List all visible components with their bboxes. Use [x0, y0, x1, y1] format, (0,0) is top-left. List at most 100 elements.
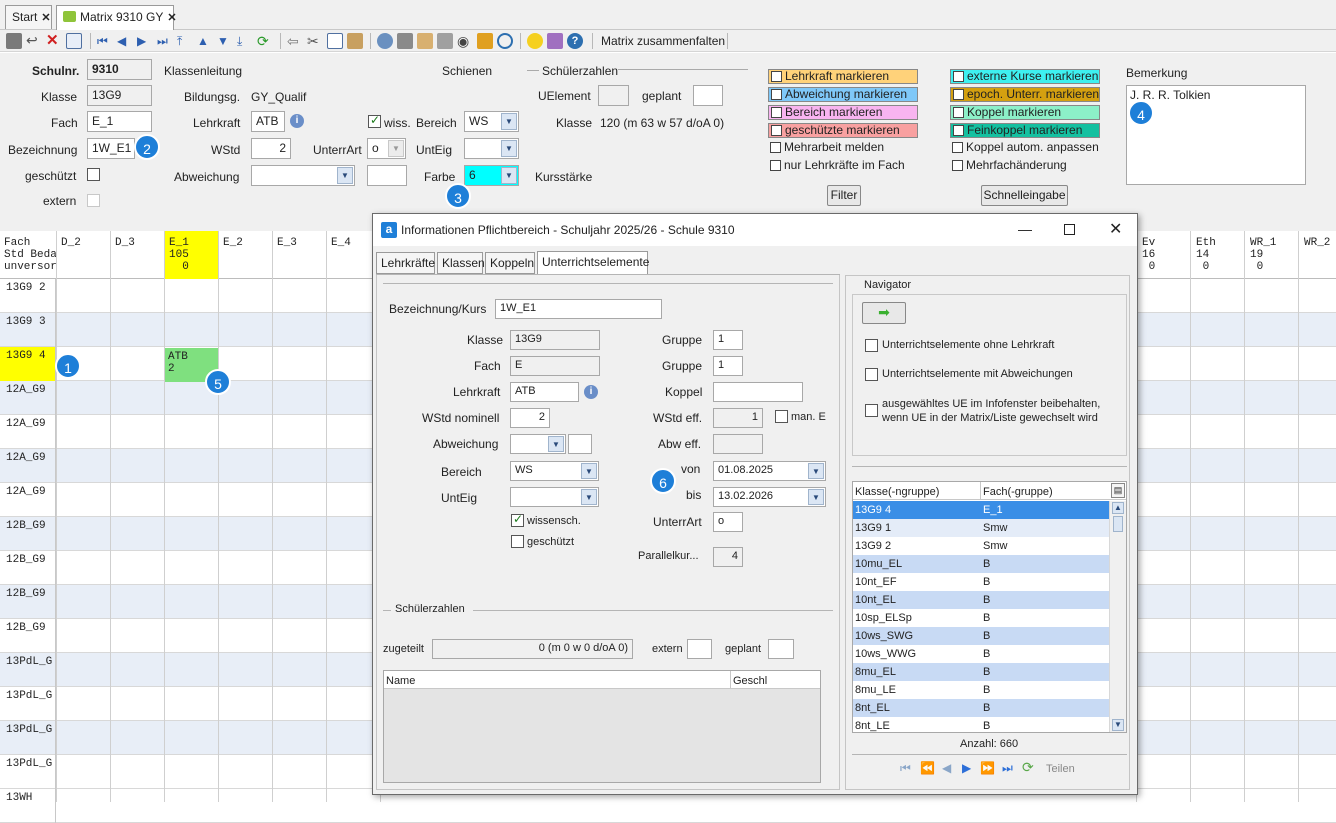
gesch-checkbox[interactable]: [511, 535, 524, 548]
scroll-up-icon[interactable]: ▲: [1112, 502, 1124, 514]
col-klasse-header[interactable]: Klasse(-ngruppe): [855, 486, 939, 498]
uelement-field[interactable]: [598, 85, 629, 106]
refresh-icon[interactable]: ⟳: [257, 33, 273, 49]
schnelleingabe-button[interactable]: Schnelleingabe: [981, 185, 1068, 206]
row-label[interactable]: 13G9 4: [0, 347, 56, 381]
list-item[interactable]: 13G9 1 Smw: [853, 519, 1109, 537]
koppel-autom-option[interactable]: Koppel autom. anpassen: [950, 141, 1100, 156]
row-label[interactable]: 13G9 3: [0, 313, 56, 347]
wiss-checkbox[interactable]: [368, 113, 381, 128]
checkbox[interactable]: [953, 107, 964, 118]
bez-field[interactable]: 1W_E1: [495, 299, 662, 319]
list-item[interactable]: 13G9 2 Smw: [853, 537, 1109, 555]
row-label[interactable]: 12A_G9: [0, 449, 56, 483]
close-icon[interactable]: ✕: [41, 12, 50, 24]
gruppe2-field[interactable]: 1: [713, 356, 743, 376]
bezeichnung-field[interactable]: 1W_E1: [87, 138, 135, 159]
maximize-icon[interactable]: [1064, 224, 1075, 235]
go-arrow-button[interactable]: ➡: [862, 302, 906, 324]
extern-checkbox[interactable]: [87, 194, 100, 207]
list-item[interactable]: 8nt_LE B: [853, 717, 1109, 732]
farbe-select[interactable]: 6 ▼: [464, 165, 519, 186]
geschuetzt-checkbox[interactable]: [87, 168, 100, 181]
unteig-select[interactable]: ▼: [510, 487, 599, 507]
broom-icon[interactable]: [477, 33, 493, 49]
row-label[interactable]: 12A_G9: [0, 483, 56, 517]
row-label[interactable]: 13PdL_G: [0, 687, 56, 721]
cut-icon[interactable]: ✂: [307, 33, 323, 49]
abw-select[interactable]: ▼: [510, 434, 566, 454]
list-item[interactable]: 13G9 4 E_1: [853, 501, 1109, 519]
row-label[interactable]: 13G9 2: [0, 279, 56, 313]
delete-icon[interactable]: ✕: [46, 33, 62, 49]
bemerkung-textarea[interactable]: J. R. R. Tolkien: [1126, 85, 1306, 185]
bottom-icon[interactable]: ⤓: [237, 33, 253, 49]
koppel-markieren-option[interactable]: Koppel markieren: [950, 105, 1100, 120]
row-label[interactable]: 12B_G9: [0, 585, 56, 619]
checkbox[interactable]: [771, 71, 782, 82]
col-header[interactable]: Ev 16 0: [1142, 237, 1155, 273]
info-icon[interactable]: i: [290, 114, 304, 128]
col-geschl-header[interactable]: Geschl: [733, 675, 767, 687]
users-icon[interactable]: [377, 33, 393, 49]
externe-kurse-option[interactable]: externe Kurse markieren: [950, 69, 1100, 84]
bis-datepicker[interactable]: 13.02.2026 ▼: [713, 487, 826, 507]
row-label[interactable]: 12B_G9: [0, 551, 56, 585]
refresh-icon[interactable]: ⟳: [1022, 759, 1034, 776]
nur-lehrkraefte-option[interactable]: nur Lehrkräfte im Fach: [768, 159, 918, 174]
abweichung-select[interactable]: ▼: [251, 165, 355, 186]
row-label[interactable]: 12B_G9: [0, 517, 56, 551]
klasse-field[interactable]: 13G9: [87, 85, 152, 106]
next-page-icon[interactable]: ⏩: [980, 761, 995, 775]
mehrfachaenderung-option[interactable]: Mehrfachänderung: [950, 159, 1100, 174]
first-record-icon[interactable]: ⏮: [900, 761, 911, 776]
mehrarbeit-melden-option[interactable]: Mehrarbeit melden: [768, 141, 918, 156]
column-chooser-icon[interactable]: ▤: [1111, 483, 1125, 498]
row-label[interactable]: 12A_G9: [0, 415, 56, 449]
col-fach-header[interactable]: Fach(-gruppe): [983, 486, 1053, 498]
row-label[interactable]: 13WH: [0, 789, 56, 823]
prev-record-icon[interactable]: ◀: [942, 761, 951, 775]
lehrkraft-field[interactable]: ATB: [510, 382, 579, 402]
arrow-left-icon[interactable]: ⇦: [287, 33, 303, 49]
opt3-checkbox[interactable]: [865, 404, 878, 417]
eye-icon[interactable]: ◉: [457, 33, 473, 49]
geplant-field[interactable]: [768, 639, 794, 659]
up-icon[interactable]: ▲: [197, 33, 213, 49]
tab-klassen[interactable]: Klassen: [437, 252, 485, 274]
lehrkraft-markieren-option[interactable]: Lehrkraft markieren: [768, 69, 918, 84]
close-icon[interactable]: ✕: [167, 12, 176, 24]
list-item[interactable]: 10sp_ELSp B: [853, 609, 1109, 627]
checkbox[interactable]: [952, 160, 963, 171]
opt1-checkbox[interactable]: [865, 339, 878, 352]
list-item[interactable]: 8mu_LE B: [853, 681, 1109, 699]
abw-value-field[interactable]: [568, 434, 592, 454]
copy-icon[interactable]: [327, 33, 343, 49]
checkbox[interactable]: [771, 125, 782, 136]
tab-unterrichtselemente[interactable]: Unterrichtselemente: [537, 251, 649, 274]
opt2-checkbox[interactable]: [865, 368, 878, 381]
mane-checkbox[interactable]: [775, 410, 788, 423]
clock-icon[interactable]: [497, 33, 513, 49]
unteig-select[interactable]: ▼: [464, 138, 519, 159]
unterrart-select[interactable]: o ▼: [367, 138, 406, 159]
tab-lehrkraefte[interactable]: Lehrkräfte: [376, 252, 435, 274]
col-header[interactable]: WR_1 19 0: [1250, 237, 1276, 273]
filter-button[interactable]: Filter: [827, 185, 861, 206]
geplant-field[interactable]: [693, 85, 723, 106]
row-label[interactable]: 13PdL_G: [0, 755, 56, 789]
bereich-select[interactable]: WS ▼: [464, 111, 519, 132]
checkbox[interactable]: [771, 107, 782, 118]
list-item[interactable]: 8mu_EL B: [853, 663, 1109, 681]
checkbox[interactable]: [953, 125, 964, 136]
checkbox[interactable]: [771, 89, 782, 100]
bereich-select[interactable]: WS ▼: [510, 461, 599, 481]
feinkoppel-markieren-option[interactable]: Feinkoppel markieren: [950, 123, 1100, 138]
edit-icon[interactable]: [417, 33, 433, 49]
col-header[interactable]: D_3: [115, 237, 135, 249]
unterrart-field[interactable]: o: [713, 512, 743, 532]
col-header[interactable]: E_2: [223, 237, 243, 249]
first-icon[interactable]: ⏮: [97, 33, 113, 49]
scroll-thumb[interactable]: [1113, 516, 1123, 532]
prev-icon[interactable]: ◀: [117, 33, 133, 49]
